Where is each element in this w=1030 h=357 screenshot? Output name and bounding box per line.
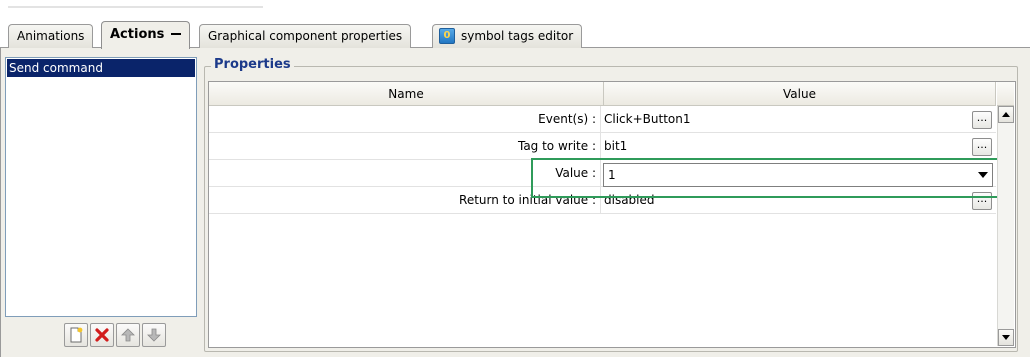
grid-header-corner [997,82,1014,106]
tab-graphical-component-properties[interactable]: Graphical component properties [199,24,412,48]
tag-editor-icon: 0 [439,27,455,44]
action-list-toolbar [5,321,197,357]
tab-animations-label: Animations [17,29,85,43]
list-item-send-command[interactable]: Send command [7,59,195,77]
property-name: Tag to write : [209,133,601,159]
add-action-icon [70,327,83,343]
property-row-events[interactable]: Event(s) : Click+Button1 ... [209,106,996,133]
property-value: Click+Button1 [604,112,691,126]
action-list[interactable]: Send command [5,57,197,317]
delete-action-icon [95,328,109,342]
property-name: Event(s) : [209,106,601,132]
property-row-tag-to-write[interactable]: Tag to write : bit1 ... [209,133,996,160]
edit-events-button[interactable]: ... [972,111,992,129]
grid-header: Name Value [209,82,996,106]
tab-animations[interactable]: Animations [8,24,94,48]
scroll-up-icon[interactable] [998,106,1014,123]
tab-symbol-tags-editor[interactable]: 0 symbol tags editor [432,24,583,48]
top-strip [0,0,1030,20]
scroll-down-icon[interactable] [998,329,1014,346]
tab-actions[interactable]: Actions [101,21,191,49]
column-header-value[interactable]: Value [604,82,996,106]
move-up-icon [121,328,135,342]
delete-action-button[interactable] [90,323,114,347]
move-up-button[interactable] [116,323,140,347]
move-down-icon [147,328,161,342]
properties-title: Properties [211,57,294,73]
tab-graphical-label: Graphical component properties [208,29,403,43]
move-down-button[interactable] [142,323,166,347]
vertical-scrollbar[interactable] [997,106,1014,346]
edit-tag-button[interactable]: ... [972,138,992,156]
add-action-button[interactable] [64,323,88,347]
column-header-name[interactable]: Name [209,82,604,106]
tab-symbol-tags-label: symbol tags editor [461,29,574,43]
close-tab-icon[interactable] [171,32,182,35]
tab-actions-label: Actions [110,27,165,42]
value-row-highlight [531,158,1003,198]
property-value: bit1 [604,139,628,153]
